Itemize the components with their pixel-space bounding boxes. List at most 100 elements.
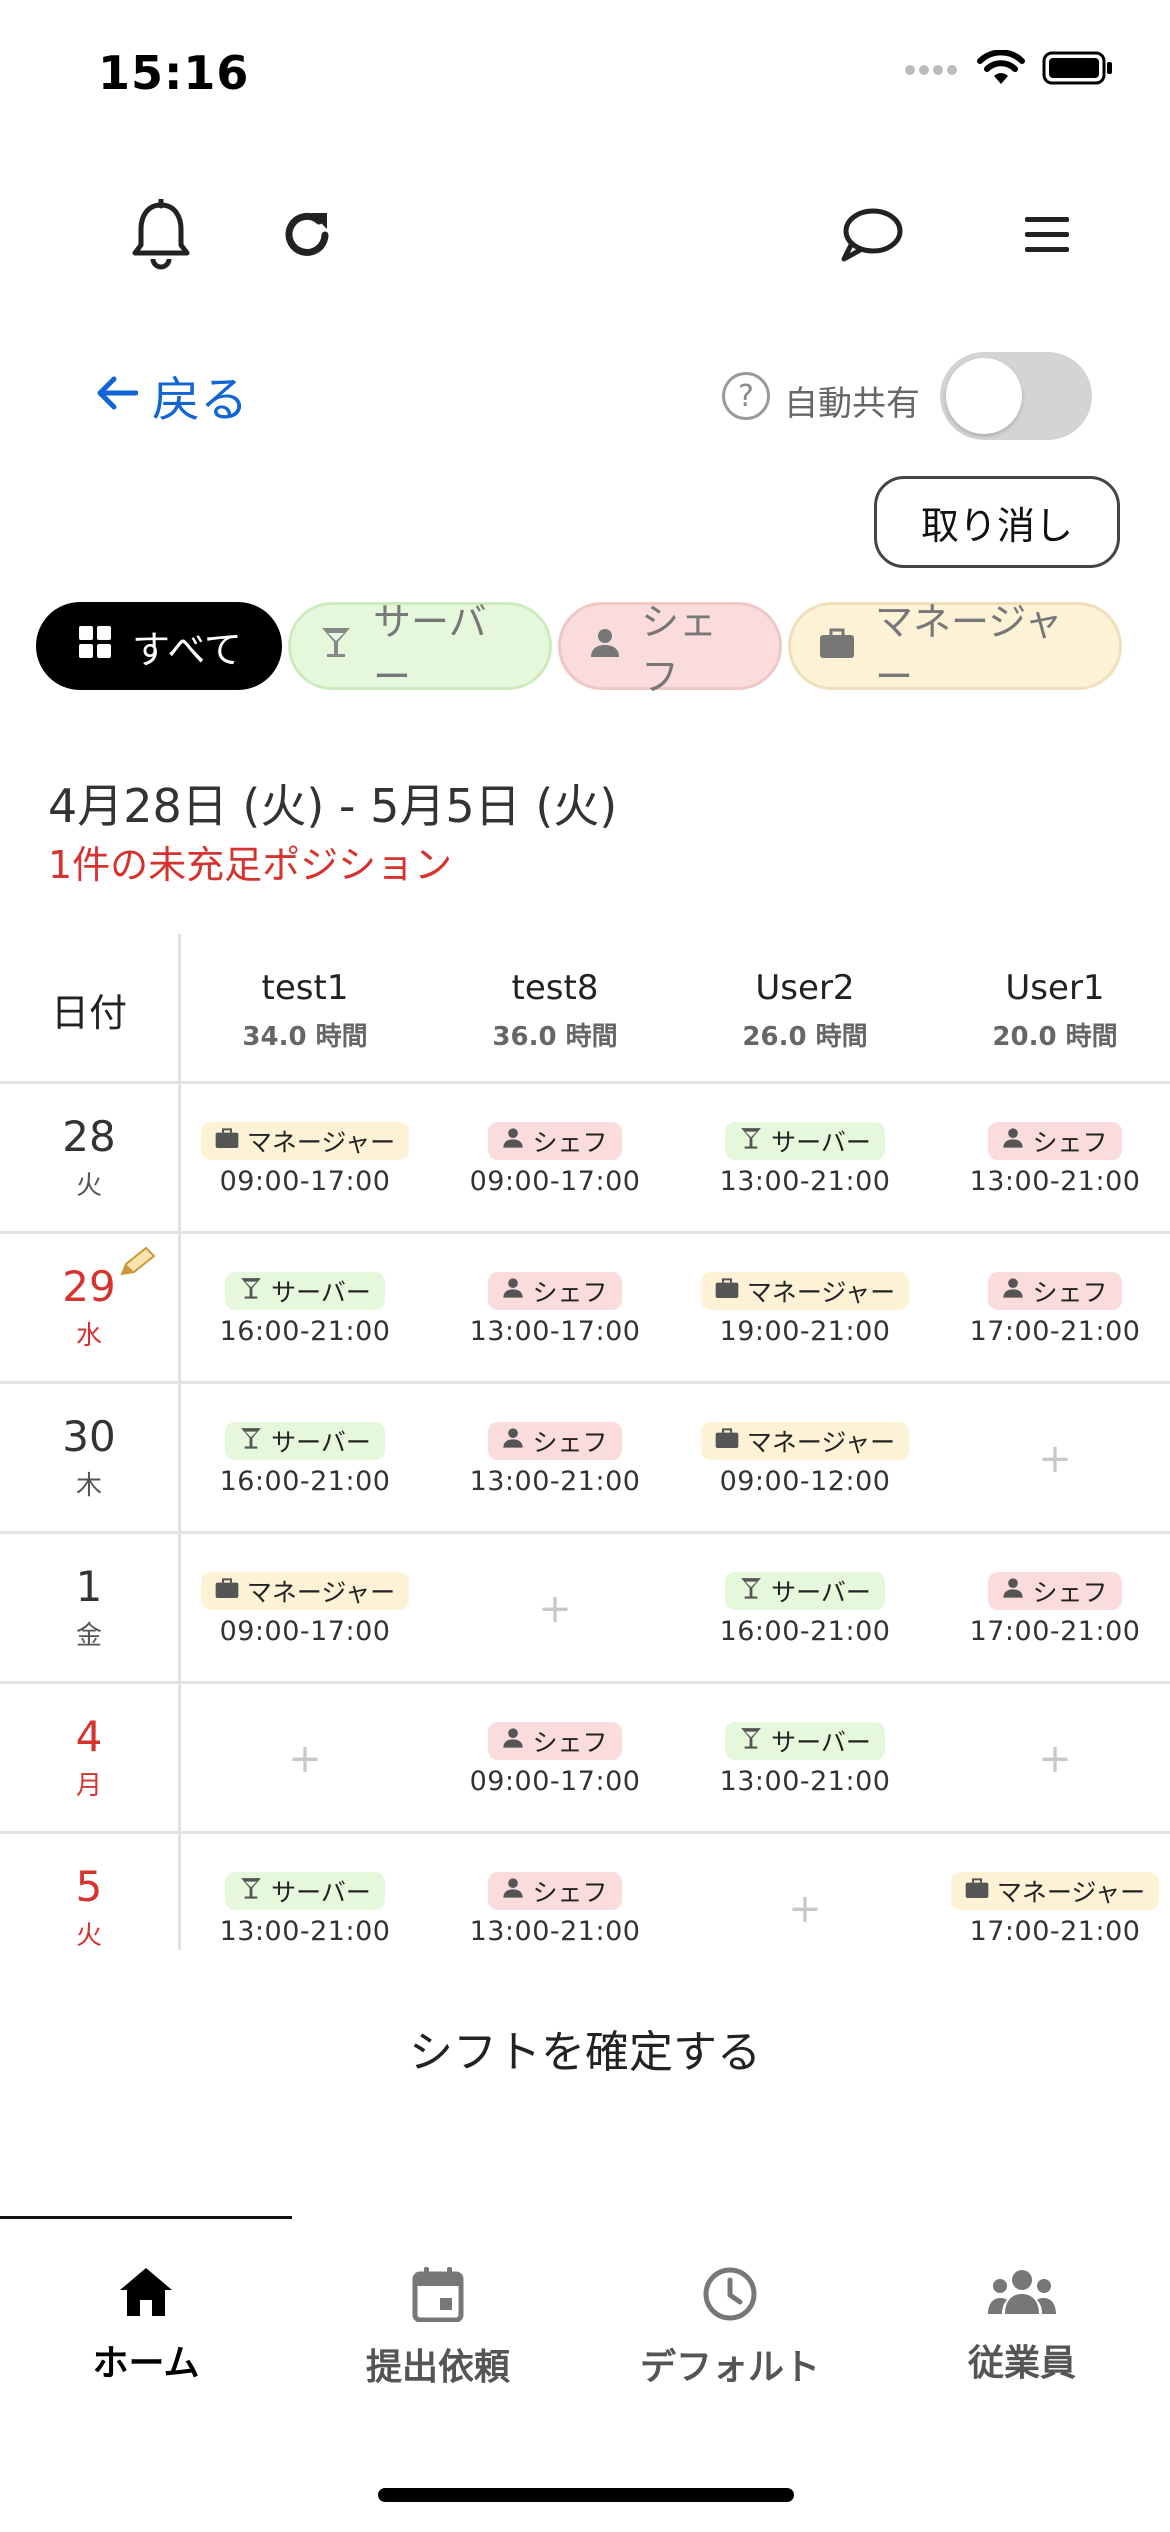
bell-icon[interactable] bbox=[116, 190, 206, 280]
empty-shift-cell[interactable]: + bbox=[930, 1384, 1170, 1534]
shift-time: 09:00-17:00 bbox=[219, 1615, 391, 1647]
home-icon bbox=[118, 2266, 174, 2322]
status-bar: 15:16 bbox=[0, 0, 1170, 150]
tab-requests[interactable]: 提出依頼 bbox=[292, 2266, 584, 2390]
employee-column-header[interactable]: test8 36.0 時間 bbox=[430, 968, 680, 1053]
help-icon[interactable]: ? bbox=[722, 372, 770, 420]
menu-icon[interactable] bbox=[1002, 190, 1092, 280]
tab-default[interactable]: デフォルト bbox=[584, 2266, 876, 2390]
employee-name: User1 bbox=[1005, 968, 1105, 1008]
weekday: 火 bbox=[75, 1921, 102, 1950]
role-label: シェフ bbox=[1032, 1577, 1108, 1607]
day-number: 1 bbox=[75, 1562, 103, 1611]
grid-row: 1 金マネージャー 09:00-17:00 + サーバー 16:00-21:00 シェフ 17… bbox=[0, 1534, 1170, 1684]
shift-cell[interactable]: マネージャー 17:00-21:00 bbox=[930, 1834, 1170, 1950]
cocktail-icon bbox=[319, 624, 353, 668]
refresh-icon[interactable] bbox=[262, 190, 352, 280]
weekday: 金 bbox=[75, 1621, 102, 1651]
date-range-title: 4月28日 (火) - 5月5日 (火) bbox=[48, 779, 618, 833]
date-column-header: 日付 bbox=[50, 990, 127, 1035]
shift-time: 09:00-17:00 bbox=[219, 1165, 391, 1197]
employee-column-header[interactable]: User2 26.0 時間 bbox=[680, 968, 930, 1053]
shift-cell[interactable]: サーバー 16:00-21:00 bbox=[180, 1234, 430, 1384]
briefcase-icon bbox=[215, 1126, 239, 1155]
cocktail-icon bbox=[239, 1426, 263, 1456]
shift-cell[interactable]: マネージャー 09:00-12:00 bbox=[680, 1384, 930, 1534]
shift-cell[interactable]: サーバー 13:00-21:00 bbox=[680, 1084, 930, 1234]
role-label: サーバー bbox=[771, 1127, 871, 1157]
unfilled-positions-alert[interactable]: 1件の未充足ポジション bbox=[48, 834, 452, 889]
role-tag: シェフ bbox=[488, 1121, 622, 1160]
empty-shift-cell[interactable]: + bbox=[680, 1834, 930, 1950]
day-cell[interactable]: 1金 bbox=[0, 1534, 178, 1684]
employee-hours: 36.0 時間 bbox=[492, 1022, 618, 1052]
shift-time: 16:00-21:00 bbox=[719, 1615, 891, 1647]
tab-label: 従業員 bbox=[967, 2343, 1076, 2384]
filter-label: サーバー bbox=[373, 600, 487, 699]
shift-cell[interactable]: サーバー 16:00-21:00 bbox=[180, 1384, 430, 1534]
empty-shift-cell[interactable]: + bbox=[430, 1534, 680, 1684]
employee-column-header[interactable]: test1 34.0 時間 bbox=[180, 968, 430, 1053]
role-tag: サーバー bbox=[725, 1121, 885, 1160]
filter-manager-chip[interactable]: マネージャー bbox=[788, 600, 1122, 699]
role-tag: マネージャー bbox=[200, 1121, 410, 1160]
pencil-icon bbox=[118, 1244, 158, 1282]
chat-icon[interactable] bbox=[826, 190, 916, 280]
back-row: 戻る ? 自動共有 bbox=[0, 350, 1170, 440]
shift-time: 13:00-21:00 bbox=[719, 1165, 891, 1197]
empty-shift-cell[interactable]: + bbox=[930, 1684, 1170, 1834]
shift-cell[interactable]: シェフ 13:00-21:00 bbox=[430, 1834, 680, 1950]
shift-cell[interactable]: シェフ 09:00-17:00 bbox=[430, 1684, 680, 1834]
role-label: シェフ bbox=[532, 1427, 608, 1457]
shift-time: 09:00-17:00 bbox=[469, 1765, 641, 1797]
bottom-tab-bar: ホーム 提出依頼 デフォルト 従業員 bbox=[0, 2216, 1170, 2532]
filter-server-chip[interactable]: サーバー bbox=[288, 600, 552, 699]
back-button[interactable]: 戻る bbox=[96, 360, 248, 430]
shift-cell[interactable]: サーバー 13:00-21:00 bbox=[680, 1684, 930, 1834]
shift-cell[interactable]: シェフ 13:00-21:00 bbox=[930, 1084, 1170, 1234]
add-shift-icon: + bbox=[1038, 1736, 1072, 1782]
filter-chef-chip[interactable]: シェフ bbox=[558, 600, 782, 699]
shift-time: 09:00-12:00 bbox=[719, 1465, 891, 1497]
day-cell[interactable]: 29 水 bbox=[0, 1234, 178, 1384]
cancel-button[interactable]: 取り消し bbox=[874, 476, 1120, 568]
briefcase-icon bbox=[965, 1876, 989, 1905]
shift-cell[interactable]: マネージャー 09:00-17:00 bbox=[180, 1084, 430, 1234]
confirm-shifts-button[interactable]: シフトを確定する bbox=[0, 2016, 1170, 2080]
role-label: サーバー bbox=[271, 1427, 371, 1457]
person-icon bbox=[502, 1876, 524, 1905]
shift-cell[interactable]: シェフ 13:00-17:00 bbox=[430, 1234, 680, 1384]
shift-cell[interactable]: マネージャー 09:00-17:00 bbox=[180, 1534, 430, 1684]
shift-time: 16:00-21:00 bbox=[219, 1315, 391, 1347]
briefcase-icon bbox=[215, 1576, 239, 1605]
shift-cell[interactable]: マネージャー 19:00-21:00 bbox=[680, 1234, 930, 1384]
shift-cell[interactable]: シェフ 17:00-21:00 bbox=[930, 1234, 1170, 1384]
role-tag: シェフ bbox=[488, 1871, 622, 1910]
day-cell[interactable]: 4月 bbox=[0, 1684, 178, 1834]
shift-cell[interactable]: サーバー 16:00-21:00 bbox=[680, 1534, 930, 1684]
empty-shift-cell[interactable]: + bbox=[180, 1684, 430, 1834]
grid-header: 日付 test1 34.0 時間 test8 36.0 時間 User2 26.0 時間 U… bbox=[0, 934, 1170, 1084]
tab-home[interactable]: ホーム bbox=[0, 2266, 292, 2386]
auto-share-toggle[interactable] bbox=[940, 352, 1092, 440]
briefcase-icon bbox=[715, 1426, 739, 1455]
shift-cell[interactable]: サーバー 13:00-21:00 bbox=[180, 1834, 430, 1950]
grid-icon bbox=[78, 624, 112, 668]
day-cell[interactable]: 30 木 bbox=[0, 1384, 178, 1534]
calendar-icon bbox=[412, 2266, 464, 2326]
employee-column-header[interactable]: User1 20.0 時間 bbox=[930, 968, 1170, 1053]
day-cell[interactable]: 5火 bbox=[0, 1834, 178, 1950]
shift-cell[interactable]: シェフ 17:00-21:00 bbox=[930, 1534, 1170, 1684]
filter-all-chip[interactable]: すべて bbox=[36, 602, 282, 690]
shift-cell[interactable]: シェフ 09:00-17:00 bbox=[430, 1084, 680, 1234]
shift-time: 13:00-21:00 bbox=[219, 1915, 391, 1947]
day-cell[interactable]: 28 火 bbox=[0, 1084, 178, 1234]
role-label: マネージャー bbox=[246, 1127, 396, 1157]
tab-label: ホーム bbox=[92, 2343, 200, 2384]
tab-employees[interactable]: 従業員 bbox=[876, 2266, 1168, 2386]
shift-cell[interactable]: シェフ 13:00-21:00 bbox=[430, 1384, 680, 1534]
role-label: シェフ bbox=[532, 1277, 608, 1307]
add-shift-icon: + bbox=[788, 1886, 822, 1932]
role-label: サーバー bbox=[771, 1577, 871, 1607]
weekday: 水 bbox=[75, 1321, 102, 1351]
